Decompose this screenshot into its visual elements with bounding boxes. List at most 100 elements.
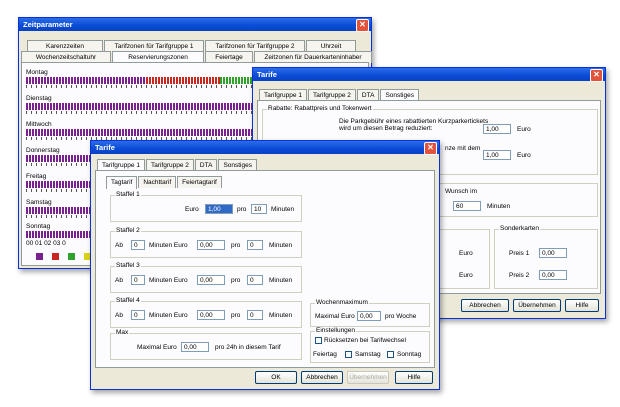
zeitparameter-title: Zeitparameter [23, 20, 73, 29]
sonntag-label: Sonntag [397, 351, 422, 358]
tab-tagtarif[interactable]: Tagtarif [106, 176, 138, 189]
staffel1-group: Staffel 1 Euro 1,00 pro 10 Minuten [110, 191, 302, 222]
staffel4-ab-input[interactable]: 0 [131, 310, 145, 320]
pro-label: pro [231, 242, 241, 249]
minuten-label: Minuten [271, 206, 295, 213]
tarife-front-panel: Tagtarif Nachttarif Feiertagtarif Staffe… [95, 170, 435, 368]
rabatte-label: Rabatte: Rabattpreis und Tokenwert [267, 105, 373, 112]
wunsch-label: Wunsch im [445, 188, 478, 195]
pro-label: pro [237, 206, 247, 213]
ab-label: Ab [115, 242, 123, 249]
staffel3-ab-input[interactable]: 0 [131, 275, 145, 285]
euro-label: Euro [459, 250, 473, 257]
wochenmax-input[interactable]: 0,00 [357, 311, 381, 321]
close-icon[interactable]: ✕ [356, 19, 369, 32]
tab-feiertagtarif[interactable]: Feiertagtarif [177, 176, 222, 188]
day-strip-mittwoch[interactable] [26, 129, 276, 136]
wochenmax-suffix: pro Woche [385, 313, 417, 320]
minuten-label: Minuten [269, 277, 293, 284]
minuten-label: Minuten [269, 242, 293, 249]
tarife-back-titlebar[interactable]: Tarife ✕ [253, 68, 605, 82]
day-label-montag: Montag [26, 69, 48, 76]
staffel2-label: Staffel 2 [115, 227, 141, 234]
hilfe-button[interactable]: Hilfe [565, 299, 599, 312]
euro-label: Euro [459, 272, 473, 279]
samstag-checkbox[interactable] [345, 351, 352, 358]
uebernehmen-button[interactable]: Übernehmen [347, 371, 389, 384]
swatch-purple[interactable] [36, 253, 43, 260]
einstellungen-group: Einstellungen Rücksetzen bei Tarifwechse… [310, 327, 430, 363]
staffel4-euro-input[interactable]: 0,00 [197, 310, 225, 320]
rabatte-text-1: Die Parkgebühr eines rabattierten Kurzpa… [339, 118, 489, 125]
minuten-euro-label: Minuten Euro [149, 242, 188, 249]
ab-label: Ab [115, 312, 123, 319]
einstellungen-label: Einstellungen [315, 327, 357, 334]
minuten-euro-label: Minuten Euro [149, 277, 188, 284]
ok-button[interactable]: OK [255, 371, 297, 384]
euro-label: Euro [517, 152, 531, 159]
preis2-input[interactable]: 0,00 [539, 270, 567, 280]
swatch-green[interactable] [68, 253, 75, 260]
close-icon[interactable]: ✕ [424, 142, 437, 155]
minuten-euro-label: Minuten Euro [149, 312, 188, 319]
hour-labels: 00 01 02 03 0 [26, 240, 66, 247]
staffel1-minutes-input[interactable]: 10 [251, 204, 267, 214]
wochenmax-group: Wochenmaximum Maximal Euro 0,00 pro Woch… [310, 299, 430, 327]
minuten-label: Minuten [269, 312, 293, 319]
staffel3-group: Staffel 3 Ab 0 Minuten Euro 0,00 pro 0 M… [110, 262, 302, 293]
day-label-mittwoch: Mittwoch [26, 121, 52, 128]
day-label-dienstag: Dienstag [26, 95, 52, 102]
day-label-donnerstag: Donnerstag [26, 147, 60, 154]
zone-red [146, 77, 220, 84]
close-icon[interactable]: ✕ [590, 69, 603, 82]
pro-label: pro [231, 277, 241, 284]
rabatte-input[interactable]: 1,00 [483, 124, 511, 134]
tarife-front-titlebar[interactable]: Tarife ✕ [91, 141, 439, 155]
rabatte-text-2: wird um diesen Betrag reduziert: [339, 125, 433, 132]
max-euro-input[interactable]: 0,00 [181, 342, 209, 352]
staffel3-label: Staffel 3 [115, 262, 141, 269]
euro-label: Euro [517, 126, 531, 133]
preis2-label: Preis 2 [509, 272, 530, 279]
staffel2-euro-input[interactable]: 0,00 [197, 240, 225, 250]
maximal-euro-label: Maximal Euro [315, 313, 355, 320]
abbrechen-button[interactable]: Abbrechen [301, 371, 343, 384]
preis1-input[interactable]: 0,00 [539, 248, 567, 258]
swatch-red[interactable] [52, 253, 59, 260]
euro-label: Euro [185, 206, 199, 213]
wochenmax-label: Wochenmaximum [315, 299, 369, 306]
staffel4-label: Staffel 4 [115, 297, 141, 304]
samstag-label: Samstag [355, 351, 381, 358]
staffel3-minutes-input[interactable]: 0 [247, 275, 263, 285]
zeitparameter-titlebar[interactable]: Zeitparameter ✕ [19, 18, 371, 32]
uebernehmen-button[interactable]: Übernehmen [513, 299, 561, 312]
max-suffix: pro 24h in diesem Tarif [215, 344, 281, 351]
staffel2-minutes-input[interactable]: 0 [247, 240, 263, 250]
maximal-euro-label: Maximal Euro [137, 344, 177, 351]
grenze-text: nze mit dem [445, 145, 481, 152]
ruecksetzen-label: Rücksetzen bei Tarifwechsel [324, 337, 406, 344]
abbrechen-button[interactable]: Abbrechen [461, 299, 509, 312]
staffel4-group: Staffel 4 Ab 0 Minuten Euro 0,00 pro 0 M… [110, 297, 302, 328]
max-group: Max Maximal Euro 0,00 pro 24h in diesem … [110, 329, 302, 360]
feiertag-label: Feiertag [313, 351, 337, 358]
tarife-back-title: Tarife [257, 70, 277, 79]
staffel1-euro-input[interactable]: 1,00 [205, 204, 233, 214]
sonntag-checkbox[interactable] [387, 351, 394, 358]
staffel1-label: Staffel 1 [115, 191, 141, 198]
minuten-input[interactable]: 60 [453, 201, 481, 211]
preis1-label: Preis 1 [509, 250, 530, 257]
day-label-freitag: Freitag [26, 173, 47, 180]
hilfe-button[interactable]: Hilfe [395, 371, 433, 384]
ab-label: Ab [115, 277, 123, 284]
ruler [26, 85, 276, 88]
staffel3-euro-input[interactable]: 0,00 [197, 275, 225, 285]
grenze-input[interactable]: 1,00 [483, 150, 511, 160]
tab-nachttarif[interactable]: Nachttarif [138, 176, 177, 188]
staffel2-group: Staffel 2 Ab 0 Minuten Euro 0,00 pro 0 M… [110, 227, 302, 258]
ruecksetzen-checkbox[interactable] [315, 337, 322, 344]
day-label-sonntag: Sonntag [26, 223, 51, 230]
staffel4-minutes-input[interactable]: 0 [247, 310, 263, 320]
staffel2-ab-input[interactable]: 0 [131, 240, 145, 250]
day-strip-dienstag[interactable] [26, 103, 276, 110]
